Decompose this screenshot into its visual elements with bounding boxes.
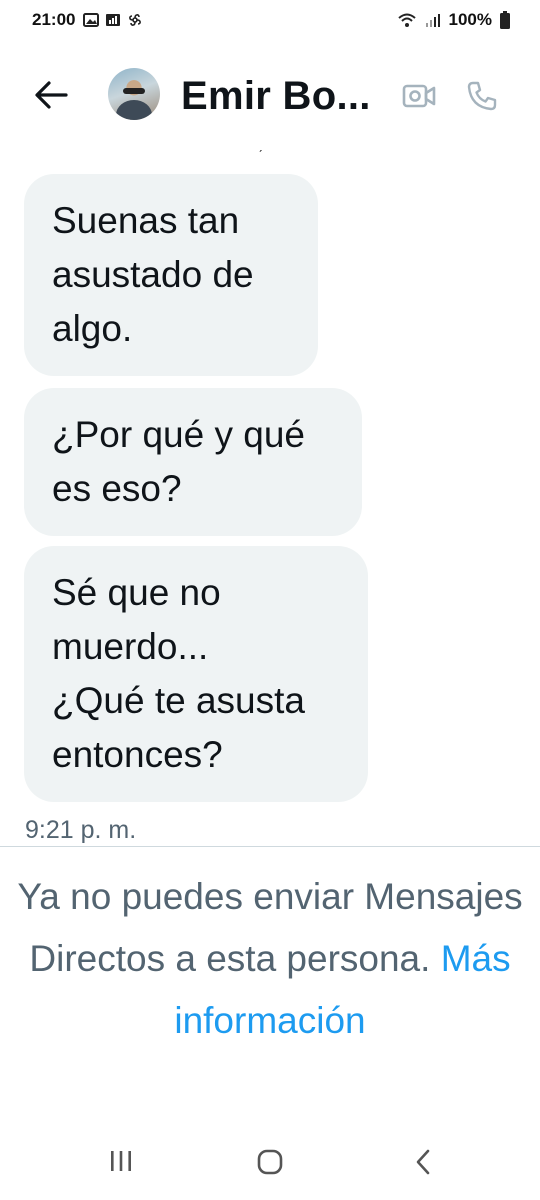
signal-icon bbox=[425, 14, 440, 27]
message-timestamp: 9:21 p. m. bbox=[25, 816, 137, 844]
status-right: 100% bbox=[397, 10, 510, 30]
pinwheel-icon bbox=[129, 14, 142, 26]
back-arrow-icon[interactable] bbox=[34, 80, 68, 110]
avatar-glasses-shape bbox=[123, 88, 145, 94]
image-icon bbox=[83, 13, 100, 27]
battery-icon bbox=[500, 11, 510, 29]
status-left: 21:00 bbox=[32, 10, 143, 30]
avatar[interactable] bbox=[108, 68, 160, 120]
status-time: 21:00 bbox=[32, 10, 76, 29]
message-bubble[interactable]: Sé que no muerdo... ¿Qué te asusta enton… bbox=[24, 546, 368, 802]
wifi-icon bbox=[397, 13, 416, 27]
home-icon[interactable] bbox=[256, 1148, 284, 1176]
contact-name[interactable]: Emir Bo... bbox=[181, 74, 371, 119]
message-list[interactable]: ˏ Suenas tan asustado de algo. ¿Por qué … bbox=[0, 134, 540, 846]
conversation-header: Emir Bo... bbox=[0, 56, 540, 134]
avatar-body-shape bbox=[116, 100, 152, 120]
dm-restricted-notice: Ya no puedes enviar Mensajes Directos a … bbox=[0, 866, 540, 1052]
back-nav-icon[interactable] bbox=[412, 1148, 436, 1176]
status-bar: 21:00 100% bbox=[0, 0, 540, 40]
video-call-icon[interactable] bbox=[402, 83, 436, 109]
message-bubble[interactable]: Suenas tan asustado de algo. bbox=[24, 174, 318, 376]
partial-content-mark: ˏ bbox=[258, 136, 263, 152]
recent-apps-icon[interactable] bbox=[108, 1148, 134, 1174]
divider bbox=[0, 846, 540, 847]
phone-call-icon[interactable] bbox=[466, 80, 498, 112]
message-bubble[interactable]: ¿Por qué y qué es eso? bbox=[24, 388, 362, 536]
battery-percent: 100% bbox=[448, 10, 492, 29]
signal-bars-icon bbox=[106, 14, 121, 26]
system-nav-bar bbox=[0, 1130, 540, 1200]
